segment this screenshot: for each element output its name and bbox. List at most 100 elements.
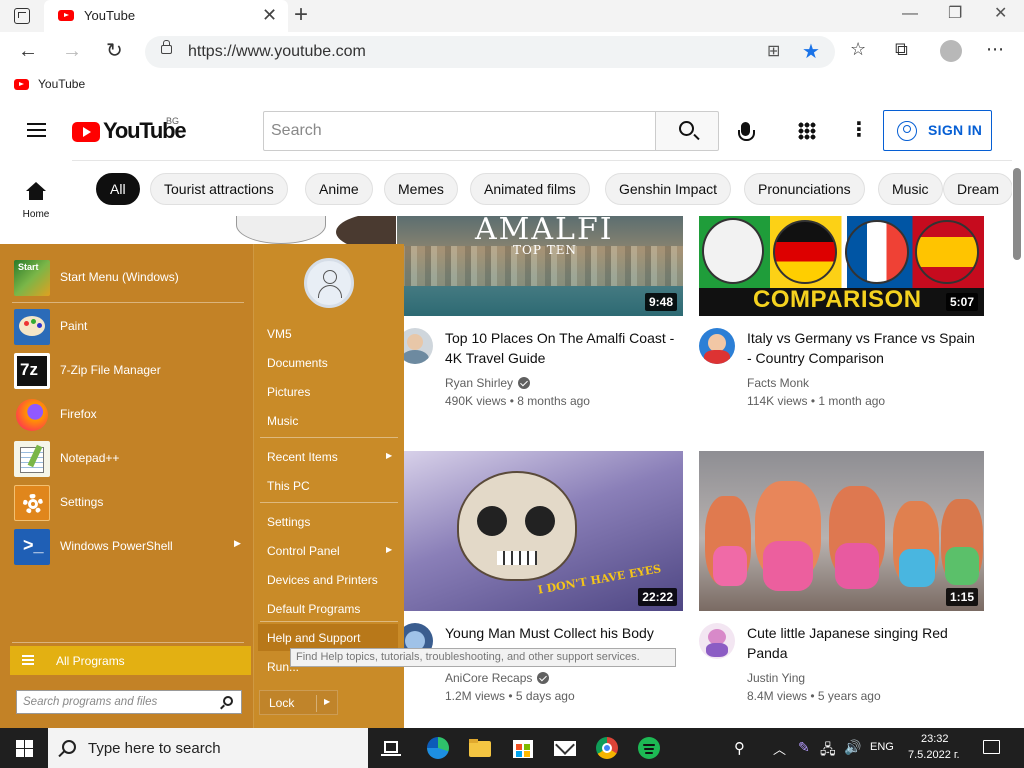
link-default-programs[interactable]: Default Programs bbox=[258, 595, 398, 622]
link-recent-items[interactable]: Recent Items ▶ bbox=[258, 443, 398, 470]
favorites-icon[interactable]: ☆ bbox=[850, 38, 866, 60]
link-control-panel[interactable]: Control Panel ▶ bbox=[258, 537, 398, 564]
chip-all[interactable]: All bbox=[96, 173, 140, 205]
browser-tab-youtube[interactable]: YouTube ✕ bbox=[44, 0, 288, 32]
start-search-input[interactable]: Search programs and files bbox=[16, 690, 242, 714]
link-help-and-support[interactable]: Help and Support bbox=[258, 624, 398, 651]
chip-dream[interactable]: Dream bbox=[943, 173, 1012, 205]
chip-anime[interactable]: Anime bbox=[305, 173, 373, 205]
notifications-icon[interactable] bbox=[983, 740, 1000, 754]
chip-bar: All Tourist attractions Anime Memes Anim… bbox=[72, 160, 1012, 216]
link-label: This PC bbox=[267, 479, 310, 493]
network-icon[interactable]: 🖧 bbox=[820, 739, 836, 763]
pinned-windows-powershell[interactable]: >_ Windows PowerShell ▶ bbox=[12, 527, 244, 567]
clock-time[interactable]: 23:32 bbox=[921, 733, 949, 745]
channel-name[interactable]: Facts Monk bbox=[747, 376, 809, 390]
new-tab-button[interactable]: + bbox=[294, 3, 308, 27]
microphone-icon[interactable] bbox=[738, 122, 755, 141]
tab-close-icon[interactable]: ✕ bbox=[262, 6, 277, 24]
youtube-favicon-icon bbox=[58, 10, 74, 21]
pinned-settings[interactable]: Settings bbox=[12, 483, 244, 523]
pinned-start-menu-windows[interactable]: Start Start Menu (Windows) bbox=[12, 258, 244, 298]
chip-music[interactable]: Music bbox=[878, 173, 943, 205]
video-thumbnail[interactable] bbox=[96, 216, 396, 244]
edge-icon[interactable] bbox=[426, 736, 450, 760]
search-input[interactable]: Search bbox=[263, 111, 656, 151]
restore-button[interactable]: ❐ bbox=[948, 4, 962, 24]
spotify-icon[interactable] bbox=[637, 736, 661, 760]
pinned-firefox[interactable]: Firefox bbox=[12, 395, 244, 435]
lock-button[interactable]: Lock ▶ bbox=[259, 690, 338, 715]
windows-start-icon[interactable] bbox=[16, 740, 33, 757]
video-title[interactable]: Top 10 Places On The Amalfi Coast - 4K T… bbox=[445, 328, 675, 368]
input-language[interactable]: ENG bbox=[870, 741, 894, 753]
menu-icon[interactable] bbox=[27, 123, 46, 137]
video-title[interactable]: Cute little Japanese singing Red Panda bbox=[747, 623, 977, 663]
chrome-icon[interactable] bbox=[595, 736, 619, 760]
link-this-pc[interactable]: This PC bbox=[258, 472, 398, 499]
channel-avatar[interactable] bbox=[699, 623, 735, 659]
close-window-button[interactable]: ✕ bbox=[994, 4, 1007, 24]
scrollbar-thumb[interactable] bbox=[1013, 168, 1021, 260]
power-options-arrow-icon[interactable]: ▶ bbox=[324, 697, 330, 706]
url-text[interactable]: https://www.youtube.com bbox=[188, 43, 366, 61]
link-vm5[interactable]: VM5 bbox=[258, 320, 398, 347]
video-thumbnail[interactable]: I DON'T HAVE EYES 22:22 bbox=[397, 451, 683, 611]
settings-more-icon[interactable]: ⋯ bbox=[986, 38, 1004, 60]
minimize-button[interactable]: — bbox=[902, 4, 918, 24]
taskbar-search-box[interactable]: Type here to search bbox=[48, 728, 368, 768]
people-icon[interactable]: ⚲ bbox=[734, 739, 745, 757]
favorite-star-icon[interactable]: ★ bbox=[802, 39, 820, 64]
all-programs-button[interactable]: All Programs bbox=[10, 646, 251, 675]
video-thumbnail[interactable]: COMPARISON 5:07 bbox=[699, 216, 984, 316]
link-settings[interactable]: Settings bbox=[258, 508, 398, 535]
task-view-icon[interactable] bbox=[380, 736, 404, 760]
video-thumbnail[interactable]: 1:15 bbox=[699, 451, 984, 611]
clock-date[interactable]: 7.5.2022 г. bbox=[908, 749, 960, 761]
youtube-logo-icon[interactable] bbox=[72, 122, 100, 142]
link-music[interactable]: Music bbox=[258, 407, 398, 434]
store-icon[interactable] bbox=[511, 736, 535, 760]
file-explorer-icon[interactable] bbox=[468, 736, 492, 760]
more-options-icon[interactable]: ⋮ bbox=[849, 120, 869, 140]
pinned-7zip[interactable]: 7z 7-Zip File Manager bbox=[12, 351, 244, 391]
chip-genshin-impact[interactable]: Genshin Impact bbox=[605, 173, 732, 205]
link-devices-and-printers[interactable]: Devices and Printers bbox=[258, 566, 398, 593]
back-icon[interactable]: ← bbox=[18, 40, 38, 62]
forward-icon[interactable]: → bbox=[62, 40, 82, 62]
channel-name[interactable]: Justin Ying bbox=[747, 671, 805, 685]
volume-icon[interactable]: 🔊 bbox=[844, 739, 861, 756]
lock-icon[interactable] bbox=[161, 40, 172, 54]
search-button[interactable] bbox=[655, 111, 719, 151]
user-avatar-icon[interactable] bbox=[304, 258, 354, 308]
link-documents[interactable]: Documents bbox=[258, 349, 398, 376]
chip-tourist-attractions[interactable]: Tourist attractions bbox=[150, 173, 288, 205]
channel-avatar[interactable] bbox=[699, 328, 735, 364]
pinned-label: Settings bbox=[60, 495, 104, 509]
pinned-notepadpp[interactable]: Notepad++ bbox=[12, 439, 244, 479]
app-available-icon[interactable]: ⊞ bbox=[767, 41, 780, 61]
favorite-item-youtube[interactable]: YouTube bbox=[38, 77, 85, 91]
tab-actions-icon[interactable] bbox=[14, 8, 30, 24]
pen-icon[interactable]: ✎ bbox=[798, 739, 810, 756]
collections-icon[interactable]: ⧉ bbox=[895, 38, 908, 60]
channel-name[interactable]: Ryan Shirley bbox=[445, 376, 531, 390]
chip-animated-films[interactable]: Animated films bbox=[470, 173, 590, 205]
show-hidden-icons-icon[interactable]: ︿ bbox=[773, 739, 786, 758]
paint-icon bbox=[14, 309, 50, 345]
profile-avatar-icon[interactable] bbox=[940, 40, 962, 62]
sign-in-button[interactable]: SIGN IN bbox=[883, 110, 992, 151]
video-thumbnail[interactable]: AMALFI TOP TEN 9:48 bbox=[397, 216, 683, 316]
address-bar[interactable]: https://www.youtube.com ⊞ ★ bbox=[145, 36, 835, 68]
apps-grid-icon[interactable] bbox=[798, 122, 816, 140]
video-title[interactable]: Italy vs Germany vs France vs Spain - Co… bbox=[747, 328, 977, 368]
link-pictures[interactable]: Pictures bbox=[258, 378, 398, 405]
help-tooltip: Find Help topics, tutorials, troubleshoo… bbox=[290, 648, 676, 667]
video-duration: 22:22 bbox=[638, 588, 677, 606]
channel-name[interactable]: AniCore Recaps bbox=[445, 671, 550, 685]
pinned-paint[interactable]: Paint bbox=[12, 307, 244, 347]
mail-icon[interactable] bbox=[553, 735, 577, 760]
chip-memes[interactable]: Memes bbox=[384, 173, 458, 205]
chip-pronunciations[interactable]: Pronunciations bbox=[744, 173, 865, 205]
refresh-icon[interactable]: ↻ bbox=[106, 40, 123, 62]
